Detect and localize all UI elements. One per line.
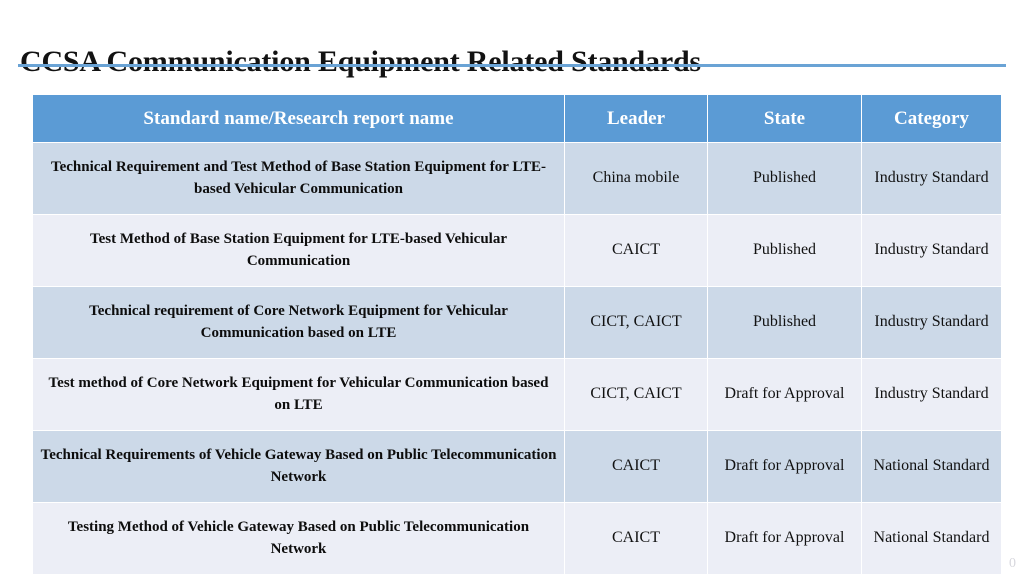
cell-state: Draft for Approval: [708, 359, 861, 430]
cell-leader: CICT, CAICT: [565, 359, 707, 430]
cell-standard-name: Technical Requirements of Vehicle Gatewa…: [33, 431, 564, 502]
table-header-row: Standard name/Research report name Leade…: [33, 95, 1001, 142]
table-row: Testing Method of Vehicle Gateway Based …: [33, 503, 1001, 574]
cell-standard-name: Testing Method of Vehicle Gateway Based …: [33, 503, 564, 574]
cell-category: Industry Standard: [862, 287, 1001, 358]
cell-leader: CAICT: [565, 215, 707, 286]
cell-leader: CAICT: [565, 503, 707, 574]
table-row: Technical Requirements of Vehicle Gatewa…: [33, 431, 1001, 502]
table-row: Test method of Core Network Equipment fo…: [33, 359, 1001, 430]
cell-standard-name: Test Method of Base Station Equipment fo…: [33, 215, 564, 286]
cell-leader: CAICT: [565, 431, 707, 502]
cell-state: Draft for Approval: [708, 503, 861, 574]
cell-category: National Standard: [862, 431, 1001, 502]
standards-table: Standard name/Research report name Leade…: [32, 94, 1002, 575]
cell-standard-name: Test method of Core Network Equipment fo…: [33, 359, 564, 430]
page-title: CCSA Communication Equipment Related Sta…: [20, 45, 701, 79]
cell-leader: CICT, CAICT: [565, 287, 707, 358]
cell-category: Industry Standard: [862, 143, 1001, 214]
table-row: Technical Requirement and Test Method of…: [33, 143, 1001, 214]
table-row: Technical requirement of Core Network Eq…: [33, 287, 1001, 358]
cell-category: National Standard: [862, 503, 1001, 574]
cell-standard-name: Technical Requirement and Test Method of…: [33, 143, 564, 214]
table-header: Standard name/Research report name Leade…: [33, 95, 1001, 142]
page-number: 0: [1009, 556, 1016, 571]
cell-category: Industry Standard: [862, 359, 1001, 430]
cell-state: Draft for Approval: [708, 431, 861, 502]
cell-state: Published: [708, 215, 861, 286]
cell-standard-name: Technical requirement of Core Network Eq…: [33, 287, 564, 358]
title-divider: [18, 64, 1006, 67]
table-body: Technical Requirement and Test Method of…: [33, 143, 1001, 574]
column-header-category: Category: [862, 95, 1001, 142]
cell-state: Published: [708, 287, 861, 358]
table-row: Test Method of Base Station Equipment fo…: [33, 215, 1001, 286]
cell-category: Industry Standard: [862, 215, 1001, 286]
cell-leader: China mobile: [565, 143, 707, 214]
column-header-leader: Leader: [565, 95, 707, 142]
column-header-state: State: [708, 95, 861, 142]
cell-state: Published: [708, 143, 861, 214]
column-header-standard-name: Standard name/Research report name: [33, 95, 564, 142]
